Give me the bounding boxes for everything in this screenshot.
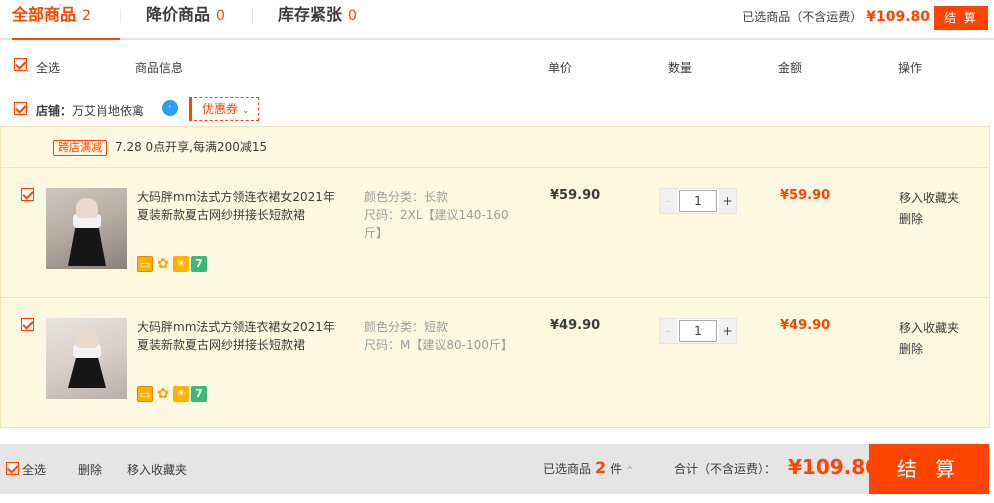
item-operations: 移入收藏夹 删除 [899, 188, 959, 230]
coupon-label: 优惠券 [202, 102, 239, 116]
delete-link[interactable]: 删除 [899, 339, 959, 360]
seven-day-return-icon[interactable]: 7 [191, 386, 207, 402]
selected-count-value: 2 [595, 458, 607, 477]
head-shape [76, 198, 98, 218]
decrease-button[interactable]: - [660, 189, 677, 213]
item-amount: ¥59.90 [780, 188, 831, 203]
promotion-banner: 跨店满减 7.28 0点开享,每满200减15 [53, 138, 267, 156]
chevron-down-icon: ⌄ [242, 106, 250, 116]
tab-all-label: 全部商品 [12, 5, 77, 24]
bottom-select-all-checkbox[interactable] [6, 462, 19, 475]
tab-low-stock[interactable]: 库存紧张 0 [278, 0, 357, 40]
product-title[interactable]: 大码胖mm法式方领连衣裙女2021年夏装新款夏古网纱拼接长短款裙 [137, 318, 337, 354]
tab-price-drop[interactable]: 降价商品 0 [146, 0, 225, 40]
unit-price: ¥59.90 [550, 188, 601, 203]
tab-low-stock-label: 库存紧张 [278, 5, 343, 24]
tab-separator [252, 9, 253, 23]
service-badges: ▭ ✿ ☀ 7 [137, 386, 209, 402]
total-price: ¥109.80 [788, 455, 880, 479]
item-operations: 移入收藏夹 删除 [899, 318, 959, 360]
tab-all-items[interactable]: 全部商品 2 [12, 0, 120, 40]
quantity-stepper: - 1 + [659, 188, 737, 214]
quantity-input[interactable]: 1 [679, 190, 717, 212]
item-amount: ¥49.90 [780, 318, 831, 333]
flower-icon[interactable]: ✿ [155, 256, 171, 272]
sku-size: 尺码：M【建议80-100斤】 [364, 338, 513, 352]
bottom-delete-button[interactable]: 删除 [78, 461, 102, 478]
promo-tag[interactable]: 跨店满减 [53, 140, 107, 156]
selected-summary: 已选商品（不含运费） ¥109.80 [742, 8, 930, 25]
sku-color: 颜色分类：长款 [364, 190, 449, 204]
unit-price: ¥49.90 [550, 318, 601, 333]
shop-name[interactable]: 店铺：万艾肖地依禽 [36, 102, 144, 119]
tab-price-drop-count: 0 [216, 8, 225, 24]
tab-price-drop-label: 降价商品 [146, 5, 211, 24]
shop-checkbox[interactable] [14, 102, 27, 115]
sun-icon[interactable]: ☀ [173, 256, 189, 272]
product-title[interactable]: 大码胖mm法式方领连衣裙女2021年夏装新款夏古网纱拼接长短款裙 [137, 188, 337, 224]
item-checkbox[interactable] [21, 188, 34, 201]
selected-unit: 件 [610, 462, 623, 476]
header-item-info: 商品信息 [135, 61, 184, 75]
header-quantity: 数量 [668, 61, 693, 75]
checkout-button[interactable]: 结 算 [869, 444, 989, 494]
tab-all-count: 2 [82, 8, 91, 24]
seven-day-return-icon[interactable]: 7 [191, 256, 207, 272]
decrease-button[interactable]: - [660, 319, 677, 343]
quantity-input[interactable]: 1 [679, 320, 717, 342]
delete-link[interactable]: 删除 [899, 209, 959, 230]
shop-name-text: 万艾肖地依禽 [72, 104, 145, 118]
service-badges: ▭ ✿ ☀ 7 [137, 256, 209, 272]
credit-card-icon[interactable]: ▭ [137, 386, 153, 402]
cart-item: 大码胖mm法式方领连衣裙女2021年夏装新款夏古网纱拼接长短款裙 ▭ ✿ ☀ 7 颜色… [1, 297, 989, 427]
increase-button[interactable]: + [719, 319, 736, 343]
product-sku: 颜色分类：长款 尺码：2XL【建议140-160斤】 [364, 188, 514, 242]
selected-summary-price: ¥109.80 [866, 9, 930, 25]
checkout-bar: 全选 删除 移入收藏夹 已选商品 2 件 ^ 合计（不含运费）： ¥109.80 结 … [0, 444, 990, 494]
header-unit-price: 单价 [548, 61, 573, 75]
selected-prefix: 已选商品 [543, 462, 592, 476]
promo-text: 7.28 0点开享,每满200减15 [115, 140, 268, 154]
sku-color: 颜色分类：短款 [364, 320, 449, 334]
total-label: 合计（不含运费）： [674, 462, 777, 476]
product-thumbnail[interactable] [46, 188, 127, 269]
top-checkout-button[interactable]: 结 算 [934, 6, 988, 30]
select-all-checkbox[interactable] [14, 58, 27, 71]
item-checkbox[interactable] [21, 318, 34, 331]
sun-icon[interactable]: ☀ [173, 386, 189, 402]
select-all-label[interactable]: 全选 [36, 59, 60, 76]
move-to-favorites-link[interactable]: 移入收藏夹 [899, 188, 959, 209]
bottom-move-to-favorites-button[interactable]: 移入收藏夹 [127, 461, 187, 478]
order-box: 跨店满减 7.28 0点开享,每满200减15 大码胖mm法式方领连衣裙女2021… [0, 126, 990, 428]
coupon-button[interactable]: 优惠券 ⌄ [189, 97, 259, 121]
head-shape [76, 328, 98, 348]
header-operations: 操作 [898, 61, 923, 75]
product-thumbnail[interactable] [46, 318, 127, 399]
chevron-up-icon[interactable]: ^ [626, 466, 634, 476]
selected-count: 已选商品 2 件 ^ [543, 458, 634, 477]
header-amount: 金额 [778, 61, 803, 75]
credit-card-icon[interactable]: ▭ [137, 256, 153, 272]
wangwang-chat-icon[interactable]: ᶜ [162, 100, 178, 116]
increase-button[interactable]: + [719, 189, 736, 213]
cart-item: 大码胖mm法式方领连衣裙女2021年夏装新款夏古网纱拼接长短款裙 ▭ ✿ ☀ 7 颜色… [1, 167, 989, 297]
selected-summary-label: 已选商品（不含运费） [742, 10, 863, 24]
shop-row: 店铺：万艾肖地依禽 ᶜ 优惠券 ⌄ [0, 90, 994, 126]
sku-size: 尺码：2XL【建议140-160斤】 [364, 208, 509, 240]
quantity-stepper: - 1 + [659, 318, 737, 344]
product-sku: 颜色分类：短款 尺码：M【建议80-100斤】 [364, 318, 514, 354]
tab-separator [120, 9, 121, 23]
tab-low-stock-count: 0 [348, 8, 357, 24]
shop-prefix: 店铺： [36, 104, 73, 118]
bottom-select-all-label[interactable]: 全选 [22, 461, 46, 478]
column-header: 全选 商品信息 单价 数量 金额 操作 [0, 42, 994, 90]
cart-tabs: 全部商品 2 降价商品 0 库存紧张 0 已选商品（不含运费） ¥109.80 结 算 [0, 0, 994, 40]
move-to-favorites-link[interactable]: 移入收藏夹 [899, 318, 959, 339]
flower-icon[interactable]: ✿ [155, 386, 171, 402]
